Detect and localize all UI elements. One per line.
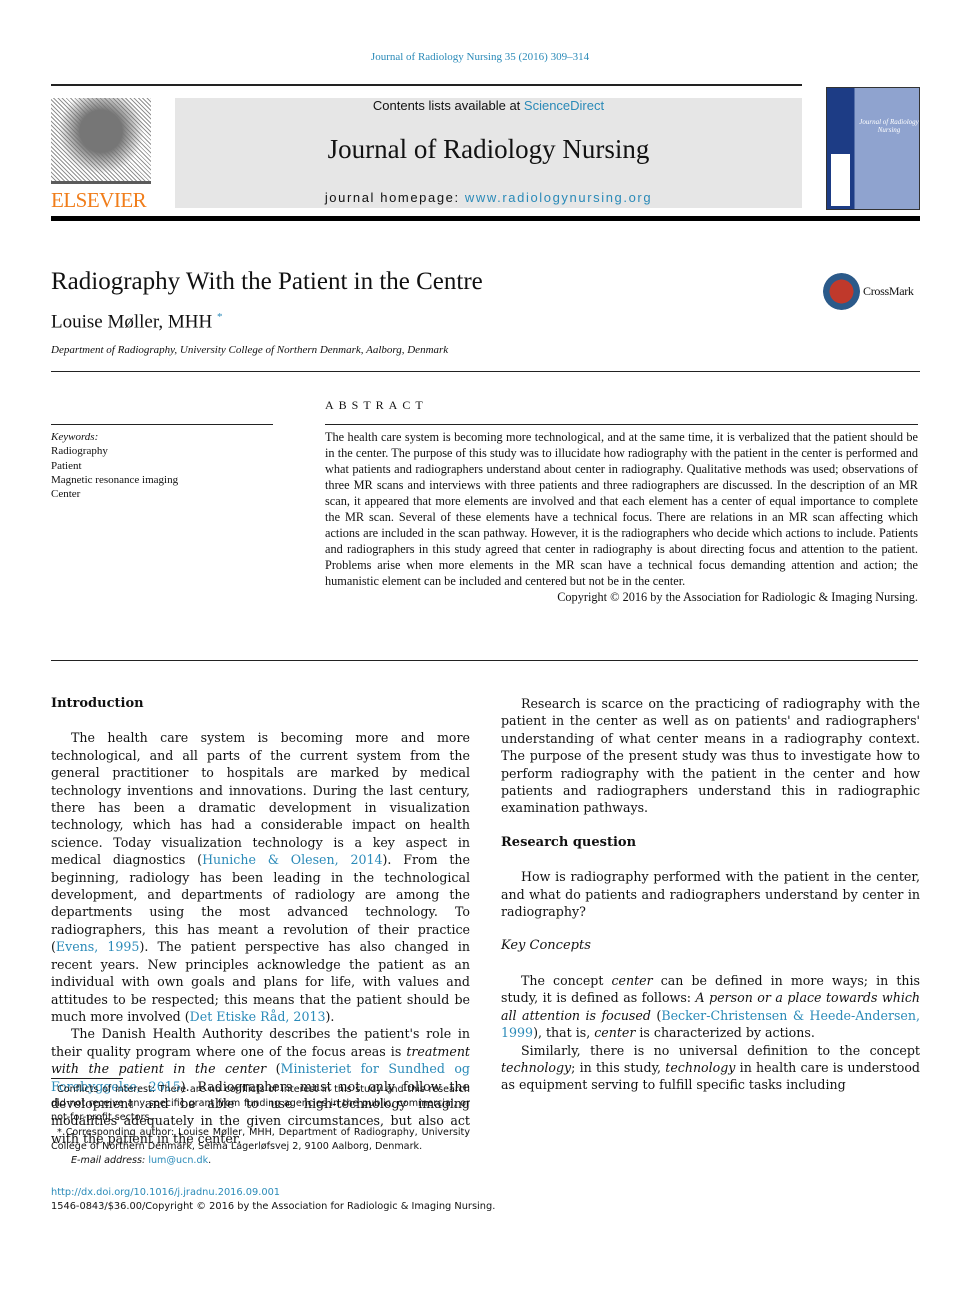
section-heading-research-question: Research question <box>501 834 637 850</box>
keywords-label: Keywords: <box>51 431 99 443</box>
divider <box>51 660 918 661</box>
doi-link[interactable]: http://dx.doi.org/10.1016/j.jradnu.2016.… <box>51 1187 280 1198</box>
author-name: Louise Møller, MHH <box>51 311 213 333</box>
footnotes: Conflicts of interest: There are no conf… <box>51 1083 470 1168</box>
cover-title: Journal of Radiology Nursing <box>859 118 919 134</box>
emphasis: technology <box>665 1059 736 1075</box>
keyword: Magnetic resonance imaging <box>51 473 179 486</box>
affiliation: Department of Radiography, University Co… <box>51 344 449 356</box>
subsection-heading-key-concepts: Key Concepts <box>501 938 591 954</box>
crossmark-button[interactable]: CrossMark <box>823 273 914 310</box>
email-label: E-mail address: <box>71 1155 149 1167</box>
corresponding-author-footnote: * Corresponding author: Louise Møller, M… <box>51 1126 470 1152</box>
divider <box>51 84 802 86</box>
doi-block: http://dx.doi.org/10.1016/j.jradnu.2016.… <box>51 1186 495 1214</box>
reference-link[interactable]: Evens, 1995 <box>56 939 140 954</box>
paragraph: The concept center can be defined in mor… <box>501 972 920 1042</box>
author: Louise Møller, MHH * <box>51 311 223 333</box>
emphasis: technology <box>501 1059 572 1075</box>
sciencedirect-link[interactable]: ScienceDirect <box>524 98 604 113</box>
body-column-left: Introduction The health care system is b… <box>51 695 470 1147</box>
emphasis: center <box>611 972 653 988</box>
email-line: E-mail address: lum@ucn.dk. <box>71 1155 212 1167</box>
conflicts-footnote: Conflicts of interest: There are no conf… <box>51 1084 470 1124</box>
footnote-divider <box>51 1078 123 1079</box>
text: is characterized by actions. <box>635 1025 815 1041</box>
crossmark-label: CrossMark <box>863 284 914 298</box>
keywords: Keywords: Radiography Patient Magnetic r… <box>51 430 178 501</box>
issn-copyright: 1546-0843/$36.00/Copyright © 2016 by the… <box>51 1201 496 1212</box>
crossmark-icon <box>823 273 860 310</box>
journal-title: Journal of Radiology Nursing <box>327 134 650 164</box>
reference-link[interactable]: Det Etiske Råd, 2013 <box>190 1009 326 1024</box>
keyword: Radiography <box>51 445 108 458</box>
article-title: Radiography With the Patient in the Cent… <box>51 268 483 295</box>
email-link[interactable]: lum@ucn.dk <box>148 1155 208 1166</box>
elsevier-tree-icon <box>51 98 151 184</box>
text: The health care system is becoming more … <box>51 730 470 868</box>
abstract-heading: ABSTRACT <box>325 398 428 412</box>
paragraph: The health care system is becoming more … <box>51 729 470 1025</box>
journal-citation-link[interactable]: Journal of Radiology Nursing 35 (2016) 3… <box>0 51 960 63</box>
journal-cover-image[interactable]: Journal of Radiology Nursing <box>826 87 920 210</box>
text: ( <box>266 1061 281 1077</box>
emphasis: center <box>594 1025 636 1041</box>
divider <box>325 424 918 425</box>
text: The concept <box>521 972 612 988</box>
abstract: The health care system is becoming more … <box>325 429 918 605</box>
text: Similarly, there is no universal definit… <box>521 1042 920 1058</box>
elsevier-wordmark: ELSEVIER <box>51 188 147 212</box>
header-divider <box>51 216 920 221</box>
cover-panel <box>831 154 850 206</box>
section-heading-introduction: Introduction <box>51 696 144 711</box>
abstract-text: The health care system is becoming more … <box>325 430 918 588</box>
divider <box>51 424 273 425</box>
elsevier-logo[interactable]: ELSEVIER <box>51 98 151 212</box>
paragraph: How is radiography performed with the pa… <box>501 869 920 920</box>
contents-line: Contents lists available at ScienceDirec… <box>175 98 802 113</box>
homepage-label: journal homepage: <box>324 190 465 205</box>
homepage-link[interactable]: www.radiologynursing.org <box>465 190 652 205</box>
author-footnote-link[interactable]: * <box>217 311 223 323</box>
keyword: Center <box>51 488 81 501</box>
text: ), that is, <box>533 1025 595 1041</box>
contents-label: Contents lists available at <box>372 98 524 113</box>
text: ; in this study, <box>571 1059 666 1075</box>
reference-link[interactable]: Huniche & Olesen, 2014 <box>202 852 382 867</box>
keyword: Patient <box>51 459 82 472</box>
homepage-line: journal homepage: www.radiologynursing.o… <box>175 190 802 205</box>
text: ( <box>650 1007 662 1023</box>
abstract-copyright: Copyright © 2016 by the Association for … <box>557 590 918 604</box>
paragraph: Similarly, there is no universal definit… <box>501 1042 920 1094</box>
journal-banner: Contents lists available at ScienceDirec… <box>175 98 802 208</box>
text: ). <box>325 1008 335 1024</box>
paragraph: Research is scarce on the practicing of … <box>501 696 920 816</box>
body-column-right: Research is scarce on the practicing of … <box>501 695 920 1094</box>
divider <box>51 371 920 372</box>
